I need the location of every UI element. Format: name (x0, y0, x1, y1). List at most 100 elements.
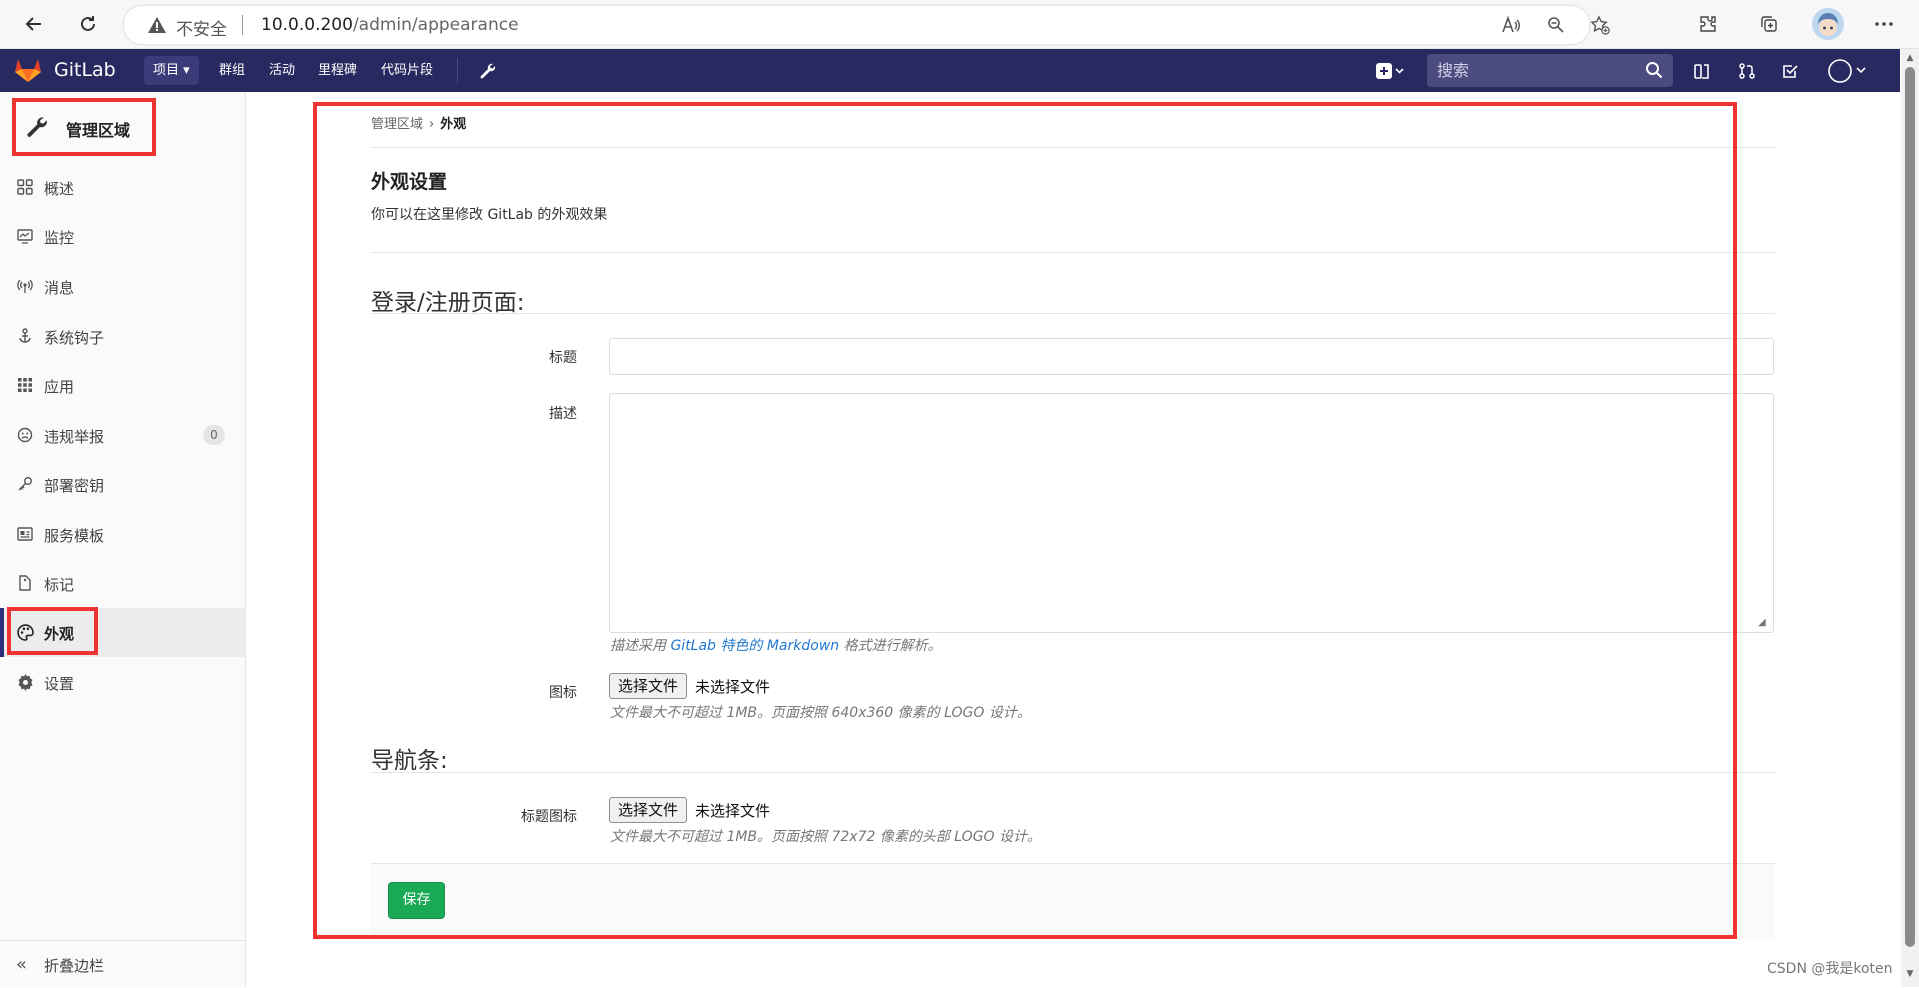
logo-no-file-text: 未选择文件 (695, 678, 771, 696)
markdown-help-link[interactable]: GitLab 特色的 Markdown (670, 638, 839, 654)
sidebar-item-monitoring[interactable]: 监控 (0, 212, 245, 261)
breadcrumb-current: 外观 (440, 117, 467, 132)
help-prefix: 描述采用 (610, 638, 671, 654)
url-path: /admin/appearance (352, 15, 519, 35)
chevron-right-icon: › (429, 117, 435, 132)
header-logo-field-label: 标题图标 (521, 809, 577, 825)
description-help-text: 描述采用 GitLab 特色的 Markdown 格式进行解析。 (610, 635, 942, 655)
sidebar-item-label: 标记 (44, 576, 75, 594)
nav-snippets[interactable]: 代码片段 (372, 56, 442, 85)
sidebar-item-service-templates[interactable]: 服务模板 (0, 510, 245, 559)
header-logo-help-text: 文件最大不可超过 1MB。页面按照 72x72 像素的头部 LOGO 设计。 (610, 829, 1042, 845)
logo-choose-file-button[interactable]: 选择文件 (609, 673, 688, 699)
favorite-add-icon[interactable] (1588, 14, 1612, 36)
palette-icon (16, 623, 34, 641)
zoom-icon[interactable] (1544, 14, 1568, 36)
sidebar-item-system-hooks[interactable]: 系统钩子 (0, 312, 245, 361)
search-input[interactable] (1427, 54, 1647, 87)
collapse-sidebar-button[interactable]: « 折叠边栏 (0, 940, 245, 988)
breadcrumb-divider (371, 147, 1775, 148)
title-input[interactable] (609, 338, 1774, 375)
new-item-plus-icon[interactable] (1372, 58, 1408, 84)
sidebar-header[interactable]: 管理区域 (14, 100, 152, 153)
resize-handle-icon[interactable]: ◢ (1758, 617, 1770, 629)
sidebar-item-overview[interactable]: 概述 (0, 163, 245, 212)
double-chevron-left-icon: « (16, 954, 28, 975)
template-icon (16, 525, 34, 543)
hook-icon (16, 327, 34, 345)
sidebar-item-label: 应用 (44, 378, 75, 396)
nav-activity[interactable]: 活动 (260, 56, 304, 85)
collections-icon[interactable] (1755, 10, 1783, 38)
header-logo-choose-file-button[interactable]: 选择文件 (609, 797, 688, 823)
scroll-up-icon[interactable]: ▲ (1905, 53, 1915, 63)
scrollbar-thumb[interactable] (1905, 67, 1915, 947)
abuse-count-badge: 0 (203, 425, 225, 445)
monitor-icon (16, 227, 34, 245)
search-box[interactable] (1427, 54, 1673, 87)
gitlab-navbar: GitLab 项目 ▾ 群组 活动 里程碑 代码片段 (0, 49, 1900, 92)
more-menu-icon[interactable] (1870, 10, 1898, 38)
sidebar-item-labels[interactable]: 标记 (0, 559, 245, 608)
abuse-icon (16, 426, 34, 444)
save-button[interactable]: 保存 (388, 882, 445, 919)
navbar-section-title: 导航条: (371, 748, 448, 774)
breadcrumb-parent-link[interactable]: 管理区域 (371, 117, 423, 132)
issues-board-icon[interactable] (1689, 58, 1715, 84)
nav-divider (457, 58, 458, 83)
url-text[interactable]: 10.0.0.200/admin/appearance (261, 15, 519, 35)
read-aloud-icon[interactable] (1499, 14, 1523, 36)
scroll-down-icon[interactable]: ▼ (1905, 969, 1915, 979)
sidebar-item-label: 设置 (44, 675, 75, 693)
breadcrumb: 管理区域 › 外观 (371, 113, 466, 132)
merge-request-icon[interactable] (1734, 58, 1760, 84)
extensions-icon[interactable] (1694, 10, 1722, 38)
description-field-label: 描述 (549, 406, 577, 422)
gitlab-brand[interactable]: GitLab (54, 59, 116, 81)
nav-groups[interactable]: 群组 (210, 56, 254, 85)
signin-section-title: 登录/注册页面: (371, 290, 525, 316)
nav-projects-menu[interactable]: 项目 ▾ (144, 56, 199, 85)
label-icon (16, 574, 34, 592)
watermark-text: CSDN @我是koten (1767, 961, 1893, 977)
sidebar-item-appearance[interactable]: 外观 (0, 608, 245, 657)
sidebar-item-label: 部署密钥 (44, 477, 105, 495)
form-actions-bar (371, 863, 1775, 939)
nav-projects-label: 项目 (153, 63, 180, 78)
header-divider (371, 252, 1775, 253)
user-menu-icon[interactable] (1827, 58, 1871, 84)
warning-icon (147, 15, 167, 35)
sidebar-item-label: 概述 (44, 180, 75, 198)
sidebar-item-label: 违规举报 (44, 428, 105, 446)
insecure-label: 不安全 (176, 20, 227, 40)
chevron-down-icon: ▾ (183, 63, 190, 78)
profile-avatar[interactable] (1812, 8, 1844, 40)
refresh-icon[interactable] (72, 8, 104, 40)
back-arrow-icon[interactable] (18, 8, 50, 40)
sidebar-item-abuse-reports[interactable]: 违规举报 0 (0, 411, 245, 460)
sidebar-header-title: 管理区域 (66, 121, 131, 140)
sidebar-item-messages[interactable]: 消息 (0, 262, 245, 311)
sidebar-item-settings[interactable]: 设置 (0, 658, 245, 707)
logo-help-text: 文件最大不可超过 1MB。页面按照 640x360 像素的 LOGO 设计。 (610, 705, 1031, 721)
address-bar[interactable]: 不安全 10.0.0.200/admin/appearance (123, 5, 1610, 45)
description-textarea[interactable] (609, 393, 1774, 633)
sidebar-item-applications[interactable]: 应用 (0, 361, 245, 410)
gitlab-logo-icon[interactable] (14, 57, 42, 83)
nav-milestones[interactable]: 里程碑 (309, 56, 366, 85)
address-separator (242, 15, 243, 35)
apps-icon (16, 376, 34, 394)
navbar-section-divider (371, 772, 1775, 773)
admin-wrench-icon[interactable] (474, 58, 500, 84)
collapse-sidebar-label: 折叠边栏 (44, 957, 105, 975)
todo-check-icon[interactable] (1777, 58, 1803, 84)
signin-section-divider (371, 313, 1775, 314)
sidebar-item-label: 外观 (44, 625, 75, 643)
sidebar-item-label: 系统钩子 (44, 329, 105, 347)
sidebar-item-deploy-keys[interactable]: 部署密钥 (0, 460, 245, 509)
logo-field-label: 图标 (549, 685, 577, 701)
browser-toolbar: 不安全 10.0.0.200/admin/appearance (0, 0, 1919, 49)
title-field-label: 标题 (549, 350, 577, 366)
page-scrollbar[interactable]: ▲ ▼ (1901, 49, 1919, 987)
search-icon[interactable] (1645, 61, 1665, 81)
